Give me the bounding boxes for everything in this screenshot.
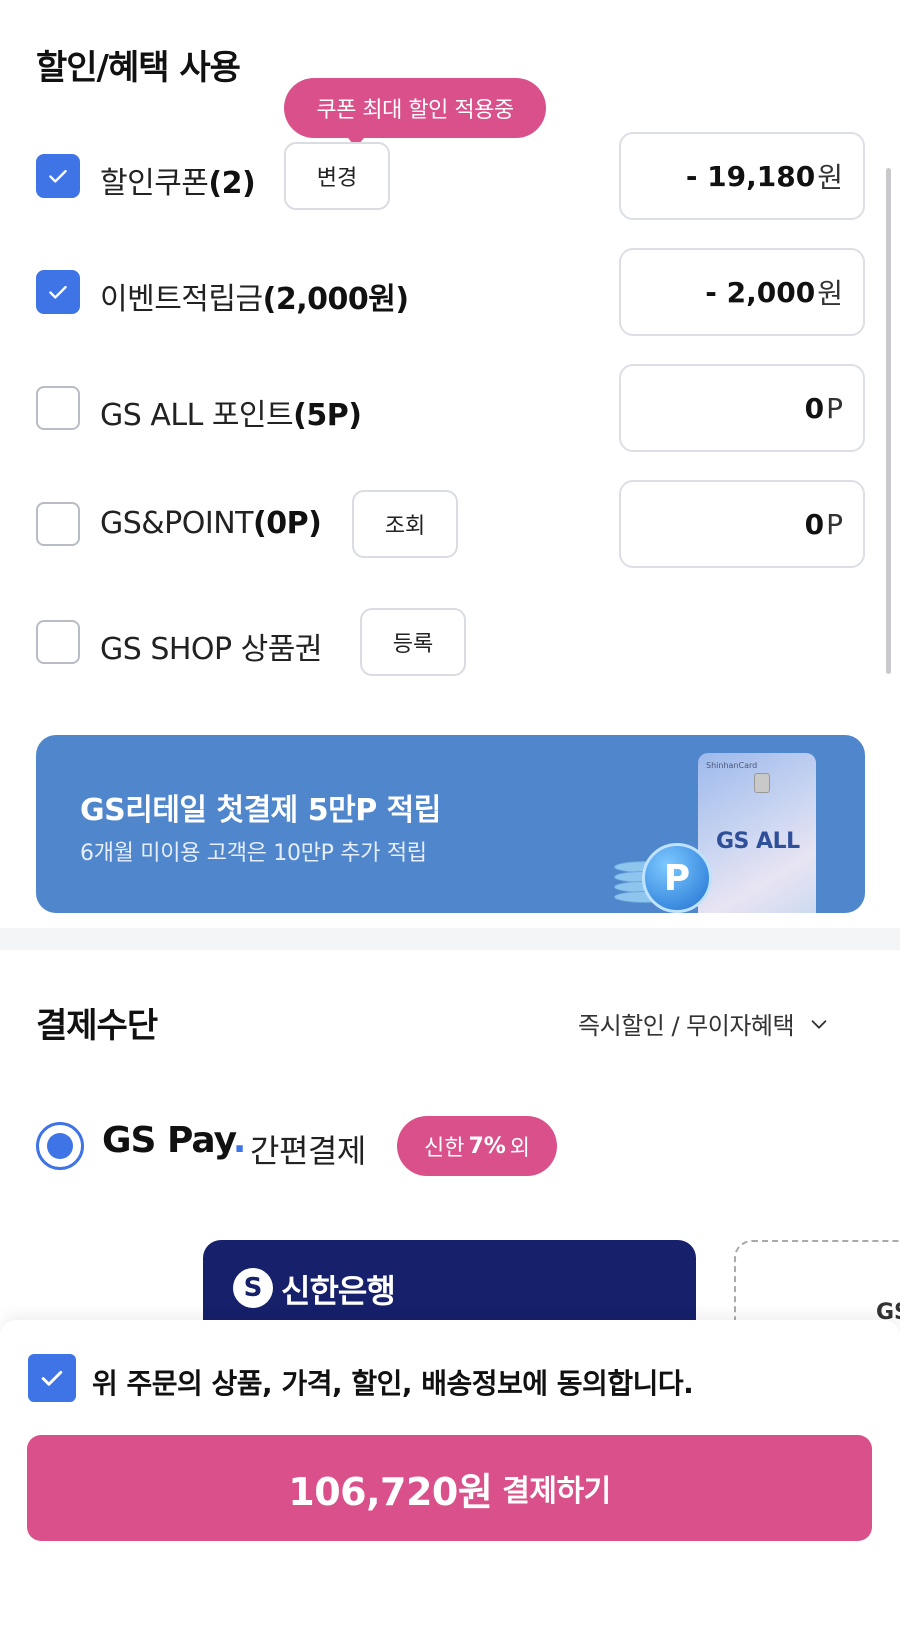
gspay-logo-text: GS Pay bbox=[102, 1120, 234, 1161]
discount-row-coupon: 할인쿠폰(2) 변경 - 19,180 원 bbox=[0, 132, 900, 220]
gs-point-amount-unit: P bbox=[826, 507, 843, 541]
section-divider bbox=[0, 928, 900, 950]
gift-card-checkbox[interactable] bbox=[36, 620, 80, 664]
agree-text: 위 주문의 상품, 가격, 할인, 배송정보에 동의합니다. bbox=[92, 1367, 694, 1400]
gs-point-amount-field[interactable]: 0P bbox=[619, 480, 865, 568]
banner-title: GS리테일 첫결제 5만P 적립 bbox=[80, 793, 441, 828]
payment-section: 결제수단 즉시할인 / 무이자혜택 GS Pay. 간편결제 신한 7% 외 S 신… bbox=[0, 950, 900, 1380]
event-points-amount-value: - 2,000 bbox=[705, 275, 816, 309]
coupon-checkbox[interactable] bbox=[36, 154, 80, 198]
coupon-count: (2) bbox=[208, 166, 256, 201]
gs-all-points-amount-value: 0 bbox=[804, 391, 825, 425]
gspay-logo-dot: . bbox=[232, 1120, 247, 1161]
point-coin-icon: P bbox=[642, 843, 712, 913]
promo-rate: 7% bbox=[468, 1133, 506, 1159]
gspay-label: 간편결제 bbox=[250, 1132, 366, 1170]
card-logo: GS ALL bbox=[716, 829, 800, 854]
gs-point-checkbox[interactable] bbox=[36, 502, 80, 546]
gspay-logo: GS Pay. bbox=[102, 1120, 247, 1161]
discount-title: 할인/혜택 사용 bbox=[36, 48, 241, 88]
promo-banner[interactable]: GS리테일 첫결제 5만P 적립 6개월 미이용 고객은 10만P 추가 적립 … bbox=[36, 735, 865, 913]
radio-selected-dot bbox=[47, 1133, 73, 1159]
gs-all-points-amount-unit: P bbox=[826, 391, 843, 425]
gs-all-points-label: GS ALL 포인트(5P) bbox=[100, 390, 362, 434]
card-brand: ShinhanCard bbox=[706, 761, 758, 770]
banner-subtitle: 6개월 미이용 고객은 10만P 추가 적립 bbox=[80, 841, 427, 866]
scrollbar[interactable] bbox=[886, 168, 891, 674]
coupon-label-text: 할인쿠폰 bbox=[100, 166, 209, 201]
shinhan-logo-icon: S bbox=[233, 1268, 273, 1308]
gs-all-points-checkbox[interactable] bbox=[36, 386, 80, 430]
gs-point-label-text: GS&POINT bbox=[100, 506, 254, 541]
gs-all-points-balance: (5P) bbox=[293, 398, 362, 433]
discount-row-gift-card: GS SHOP 상품권 등록 bbox=[0, 598, 900, 686]
gs-point-amount-value: 0 bbox=[804, 507, 825, 541]
promo-suffix: 외 bbox=[509, 1136, 531, 1161]
discount-row-gs-all-points: GS ALL 포인트(5P) 0P bbox=[0, 364, 900, 452]
payment-title: 결제수단 bbox=[36, 1006, 158, 1046]
gs-point-lookup-button[interactable]: 조회 bbox=[352, 490, 458, 558]
bank-name: 신한은행 bbox=[281, 1272, 396, 1310]
coupon-label: 할인쿠폰(2) bbox=[100, 158, 256, 202]
gift-card-register-button[interactable]: 등록 bbox=[360, 608, 466, 676]
discount-row-event-points: 이벤트적립금(2,000원) - 2,000 원 bbox=[0, 248, 900, 336]
gs-point-balance: (0P) bbox=[253, 506, 322, 541]
card-chip-icon bbox=[754, 773, 770, 793]
gs-all-points-label-text: GS ALL 포인트 bbox=[100, 398, 294, 433]
event-points-amount-unit: 원 bbox=[817, 277, 843, 310]
chevron-down-icon bbox=[811, 1019, 827, 1029]
event-points-checkbox[interactable] bbox=[36, 270, 80, 314]
event-points-label-text: 이벤트적립금 bbox=[100, 282, 263, 317]
benefit-dropdown-label: 즉시할인 / 무이자혜택 bbox=[578, 1012, 795, 1040]
card-promo-badge[interactable]: 신한 7% 외 bbox=[397, 1116, 557, 1176]
coupon-change-button[interactable]: 변경 bbox=[284, 142, 390, 210]
agree-checkbox[interactable] bbox=[28, 1354, 76, 1402]
event-points-label: 이벤트적립금(2,000원) bbox=[100, 274, 409, 318]
coupon-amount-unit: 원 bbox=[817, 161, 843, 194]
pay-button-label: 결제하기 bbox=[502, 1474, 611, 1509]
benefit-dropdown[interactable]: 즉시할인 / 무이자혜택 bbox=[578, 1006, 830, 1041]
check-icon bbox=[49, 285, 67, 299]
gs-all-points-amount-field[interactable]: 0P bbox=[619, 364, 865, 452]
discount-row-gs-point: GS&POINT(0P) 조회 0P bbox=[0, 480, 900, 568]
checkout-bar: 위 주문의 상품, 가격, 할인, 배송정보에 동의합니다. 106,720원 … bbox=[0, 1320, 900, 1635]
gspay-radio[interactable] bbox=[36, 1122, 84, 1170]
promo-prefix: 신한 bbox=[423, 1136, 465, 1161]
gs-all-card-image: ShinhanCard GS ALL bbox=[698, 753, 816, 913]
gs-point-label: GS&POINT(0P) bbox=[100, 506, 322, 541]
coupon-tooltip: 쿠폰 최대 할인 적용중 bbox=[284, 78, 546, 138]
pay-button[interactable]: 106,720원 결제하기 bbox=[27, 1435, 872, 1541]
check-icon bbox=[41, 1370, 63, 1386]
gift-card-label: GS SHOP 상품권 bbox=[100, 632, 322, 667]
coupon-amount-value: - 19,180 bbox=[685, 159, 816, 193]
coupon-amount-field[interactable]: - 19,180 원 bbox=[619, 132, 865, 220]
event-points-amount-field[interactable]: - 2,000 원 bbox=[619, 248, 865, 336]
event-points-balance: (2,000원) bbox=[262, 282, 409, 317]
pay-amount: 106,720원 bbox=[288, 1469, 493, 1514]
check-icon bbox=[49, 169, 67, 183]
discount-section: 할인/혜택 사용 쿠폰 최대 할인 적용중 할인쿠폰(2) 변경 - 19,18… bbox=[0, 0, 900, 928]
